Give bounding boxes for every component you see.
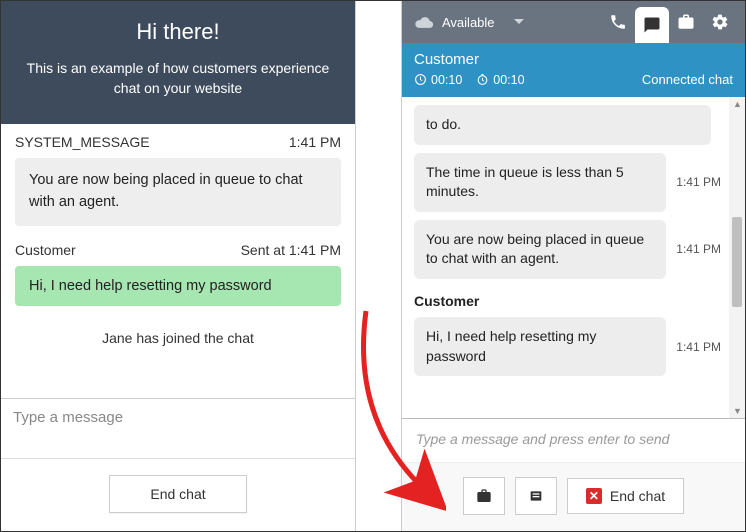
- close-icon: ✕: [586, 488, 602, 504]
- chevron-down-icon: [513, 18, 525, 26]
- message-time: Sent at 1:41 PM: [241, 242, 341, 258]
- message-time: 1:41 PM: [666, 242, 721, 256]
- welcome-banner: Hi there! This is an example of how cust…: [1, 1, 355, 124]
- phone-icon[interactable]: [601, 1, 635, 43]
- contact-card-icon: [527, 488, 545, 504]
- agent-topbar: Available: [402, 1, 745, 43]
- message-time: 1:41 PM: [666, 175, 721, 189]
- gear-icon[interactable]: [703, 1, 737, 43]
- end-chat-label: End chat: [610, 488, 665, 504]
- scrollbar-thumb[interactable]: [732, 217, 742, 307]
- end-chat-button[interactable]: ✕ End chat: [567, 478, 684, 514]
- customer-chat-panel: Hi there! This is an example of how cust…: [1, 1, 356, 531]
- message-bubble: You are now being placed in queue to cha…: [414, 220, 666, 279]
- agent-message-input[interactable]: Type a message and press enter to send: [402, 418, 745, 462]
- transfer-button[interactable]: [463, 477, 505, 515]
- scroll-up-icon[interactable]: ▲: [733, 99, 742, 109]
- scrollbar[interactable]: ▲ ▼: [729, 97, 745, 418]
- cloud-icon: [414, 15, 434, 29]
- end-chat-button[interactable]: End chat: [109, 475, 246, 513]
- connection-status: Connected chat: [642, 72, 733, 87]
- availability-label: Available: [442, 15, 495, 30]
- system-message-bubble: You are now being placed in queue to cha…: [15, 158, 341, 226]
- customer-message-bubble: Hi, I need help resetting my password: [15, 266, 341, 306]
- agent-chat-panel: Available: [401, 1, 745, 531]
- contact-button[interactable]: [515, 477, 557, 515]
- availability-selector[interactable]: Available: [414, 15, 525, 30]
- message-sender: Customer: [402, 283, 729, 313]
- briefcase-icon[interactable]: [669, 1, 703, 43]
- message-time: 1:41 PM: [666, 340, 721, 354]
- session-timer-1: 00:10: [414, 73, 462, 87]
- banner-title: Hi there!: [21, 19, 335, 45]
- agent-joined-notice: Jane has joined the chat: [1, 312, 355, 358]
- session-timer-2: 00:10: [476, 73, 524, 87]
- customer-message-input[interactable]: Type a message: [1, 398, 355, 458]
- message-time: 1:41 PM: [289, 134, 341, 150]
- agent-message-list: to do. The time in queue is less than 5 …: [402, 97, 745, 418]
- message-bubble: to do.: [414, 105, 711, 145]
- customer-message-bubble: Hi, I need help resetting my password: [414, 317, 666, 376]
- chat-icon[interactable]: [635, 7, 669, 43]
- banner-subtitle: This is an example of how customers expe…: [21, 59, 335, 98]
- message-bubble: The time in queue is less than 5 minutes…: [414, 153, 666, 212]
- agent-footer-toolbar: ✕ End chat: [402, 462, 745, 531]
- customer-name: Customer: [414, 51, 733, 68]
- briefcase-icon: [475, 488, 493, 504]
- message-sender: Customer: [15, 242, 76, 258]
- panel-gap: [356, 1, 401, 531]
- clock-icon: [414, 73, 427, 86]
- chat-session-header: Customer 00:10 00:10 Connected chat: [402, 43, 745, 97]
- stopwatch-icon: [476, 73, 489, 86]
- scroll-down-icon[interactable]: ▼: [733, 406, 742, 416]
- message-sender: SYSTEM_MESSAGE: [15, 134, 150, 150]
- customer-message-list: SYSTEM_MESSAGE 1:41 PM You are now being…: [1, 124, 355, 398]
